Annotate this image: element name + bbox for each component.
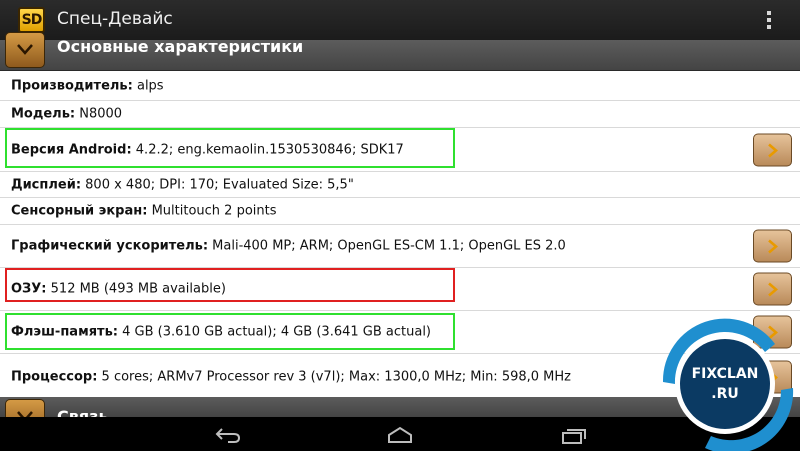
spec-value: 4.2.2; eng.kemaolin.1530530846; SDK17 [131, 142, 404, 157]
spec-label: Дисплей: [11, 177, 82, 192]
spec-value: 5 cores; ARMv7 Processor rev 3 (v7l); Ma… [97, 369, 571, 384]
section-header-main[interactable]: Основные характеристики [0, 32, 800, 71]
details-button[interactable] [753, 133, 792, 166]
details-button[interactable] [753, 229, 792, 263]
spec-label: Флэш-память: [11, 324, 119, 340]
chevron-down-icon [17, 44, 33, 55]
details-button[interactable] [753, 272, 792, 306]
list-item[interactable]: Графический ускоритель: Mali-400 MP; ARM… [0, 225, 800, 268]
chevron-right-icon [768, 370, 778, 384]
chevron-right-icon [768, 282, 778, 297]
recent-apps-icon[interactable] [560, 425, 588, 445]
chevron-right-icon [768, 325, 778, 340]
spec-label: Сенсорный экран: [11, 203, 148, 219]
spec-label: Процессор: [11, 369, 98, 384]
chevron-right-icon [768, 143, 778, 157]
details-button[interactable] [753, 360, 792, 393]
list-item[interactable]: Флэш-память: 4 GB (3.610 GB actual); 4 G… [0, 311, 800, 354]
list-item: Производитель: alps [0, 71, 800, 101]
list-item[interactable]: Версия Android: 4.2.2; eng.kemaolin.1530… [0, 128, 800, 172]
spec-value: 800 x 480; DPI: 170; Evaluated Size: 5,5… [81, 177, 354, 192]
home-icon[interactable] [386, 425, 414, 445]
list-item[interactable]: ОЗУ: 512 MB (493 MB available) [0, 268, 800, 311]
spec-value: 4 GB (3.610 GB actual); 4 GB (3.641 GB a… [118, 324, 432, 340]
app-screen: SD Спец-Девайс Основные характеристики П… [0, 0, 800, 451]
chevron-right-icon [768, 239, 778, 254]
list-item: Модель: N8000 [0, 101, 800, 128]
spec-value: 512 MB (493 MB available) [46, 281, 226, 297]
overflow-menu-icon[interactable] [763, 9, 775, 31]
section-title: Основные характеристики [57, 37, 304, 56]
spec-label: Модель: [11, 106, 76, 122]
collapse-toggle-button[interactable] [5, 32, 45, 68]
details-button[interactable] [753, 315, 792, 349]
list-item: Сенсорный экран: Multitouch 2 points [0, 198, 800, 225]
spec-value: Multitouch 2 points [147, 203, 277, 219]
spec-label: ОЗУ: [11, 281, 47, 297]
action-bar: SD Спец-Девайс [0, 0, 800, 41]
navigation-bar [0, 417, 800, 451]
spec-label: Производитель: [11, 78, 133, 93]
spec-value: alps [132, 78, 164, 93]
spec-list: Производитель: alps Модель: N8000 Версия… [0, 71, 800, 397]
back-icon[interactable] [214, 425, 242, 445]
app-title: Спец-Девайс [57, 9, 173, 29]
spec-value: N8000 [75, 106, 123, 122]
app-logo: SD [18, 7, 45, 33]
spec-label: Версия Android: [11, 142, 132, 157]
spec-value: Mali-400 MP; ARM; OpenGL ES-CM 1.1; Open… [208, 238, 566, 254]
section-header-connection[interactable]: Связь [0, 397, 800, 435]
list-item[interactable]: Процессор: 5 cores; ARMv7 Processor rev … [0, 354, 800, 397]
spec-label: Графический ускоритель: [11, 238, 209, 254]
list-item: Дисплей: 800 x 480; DPI: 170; Evaluated … [0, 172, 800, 198]
